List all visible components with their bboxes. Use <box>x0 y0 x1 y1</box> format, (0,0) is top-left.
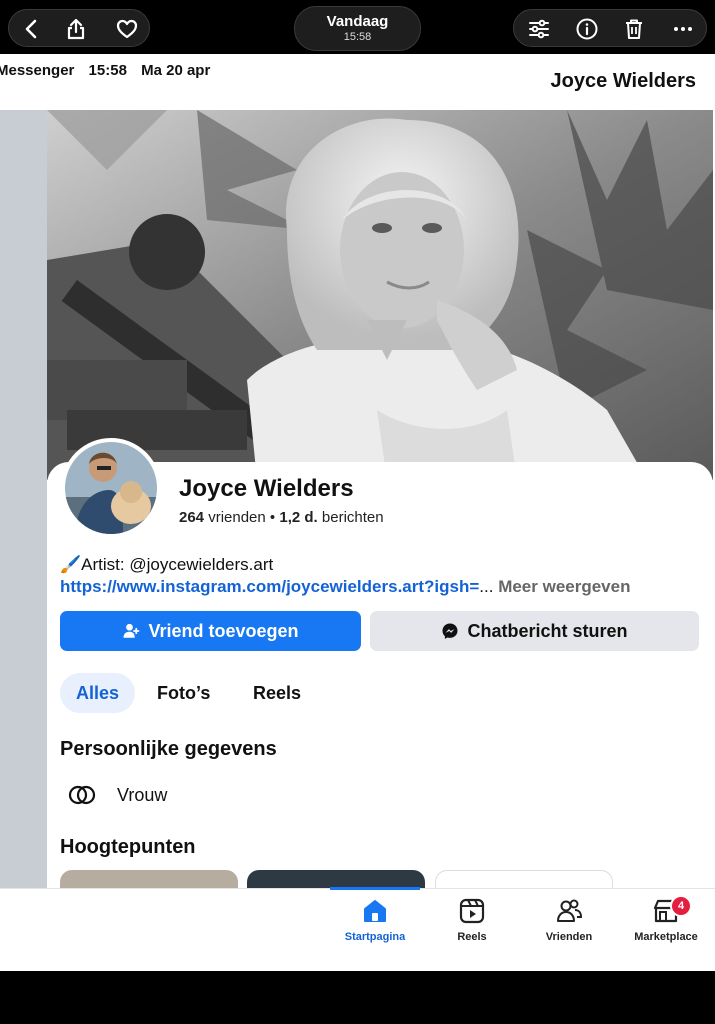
avatar[interactable] <box>61 438 161 538</box>
source-app: Messenger <box>0 62 75 79</box>
active-tab-indicator <box>330 887 420 890</box>
nav-home-label: Startpagina <box>344 931 406 943</box>
trash-icon <box>626 19 642 39</box>
bio-link[interactable]: https://www.instagram.com/joycewielders.… <box>60 577 479 596</box>
send-message-button[interactable]: Chatbericht sturen <box>370 611 699 651</box>
posts-label: berichten <box>321 509 384 526</box>
friends-count: 264 <box>179 509 205 526</box>
back-button[interactable] <box>9 10 55 48</box>
facebook-profile-screenshot: Messenger 15:58 Ma 20 apr Joyce Wielders <box>0 54 715 971</box>
heart-icon <box>116 19 138 39</box>
info-button[interactable] <box>564 10 610 48</box>
gender-icon <box>68 785 96 805</box>
posts-count: 1,2 d. <box>279 509 318 526</box>
date-title: Vandaag <box>326 13 389 30</box>
favorite-button[interactable] <box>104 10 150 48</box>
nav-marketplace-label: Marketplace <box>634 931 698 943</box>
nav-friends[interactable]: Vrienden <box>521 897 617 943</box>
more-icon <box>674 27 692 31</box>
header-title: Joyce Wielders <box>550 70 696 92</box>
sliders-icon <box>529 19 549 39</box>
cover-image <box>47 110 713 480</box>
personal-details-title: Persoonlijke gegevens <box>60 738 277 760</box>
friends-icon <box>557 899 583 922</box>
side-strip <box>0 110 47 890</box>
tab-photos[interactable]: Foto’s <box>157 673 210 713</box>
status-line: Messenger 15:58 Ma 20 apr <box>0 62 220 79</box>
profile-name: Joyce Wielders <box>179 475 354 502</box>
photo-viewer-toolbar: Vandaag 15:58 <box>0 0 715 54</box>
status-time: 15:58 <box>88 62 127 79</box>
nav-marketplace[interactable]: 4 Marketplace <box>618 895 714 943</box>
capture-date: Vandaag 15:58 <box>294 6 421 51</box>
bio-line: 🖌️Artist: @joycewielders.art <box>60 555 273 575</box>
bio-text: Artist: @joycewielders.art <box>81 555 274 574</box>
nav-friends-label: Vrienden <box>545 931 593 943</box>
viewer-right-controls <box>513 9 707 47</box>
profile-stats: 264 vrienden • 1,2 d. berichten <box>179 509 384 526</box>
gender-value: Vrouw <box>117 785 168 805</box>
see-more-link[interactable]: Meer weergeven <box>498 577 630 596</box>
tab-all[interactable]: Alles <box>60 673 135 713</box>
viewer-left-controls <box>8 9 150 47</box>
date-time: 15:58 <box>343 31 372 43</box>
add-friend-icon <box>123 623 140 638</box>
bio-ellipsis: ... <box>479 577 494 596</box>
notification-badge: 4 <box>670 895 692 917</box>
avatar-image <box>65 442 157 534</box>
profile-header: Messenger 15:58 Ma 20 apr Joyce Wielders <box>0 54 715 110</box>
messenger-icon <box>442 623 458 639</box>
nav-home[interactable]: Startpagina <box>327 897 423 943</box>
highlights-title: Hoogtepunten <box>60 836 196 858</box>
paintbrush-icon: 🖌️ <box>60 555 82 574</box>
friends-label[interactable]: vrienden <box>208 509 266 526</box>
stats-separator: • <box>269 509 276 526</box>
info-icon <box>576 18 598 40</box>
more-button[interactable] <box>660 10 706 48</box>
nav-reels[interactable]: Reels <box>424 897 520 943</box>
adjust-button[interactable] <box>516 10 562 48</box>
cover-photo[interactable] <box>47 110 713 480</box>
add-friend-button[interactable]: Vriend toevoegen <box>60 611 361 651</box>
bio-link-line: https://www.instagram.com/joycewielders.… <box>60 577 630 597</box>
bottom-nav: Startpagina Reels Vrienden 4 Marketplace <box>0 887 715 971</box>
share-button[interactable] <box>53 10 99 48</box>
tab-reels[interactable]: Reels <box>253 673 301 713</box>
share-icon <box>67 18 85 40</box>
send-message-label: Chatbericht sturen <box>467 620 628 641</box>
nav-reels-label: Reels <box>457 931 487 943</box>
add-friend-label: Vriend toevoegen <box>148 620 299 641</box>
status-date: Ma 20 apr <box>141 62 211 79</box>
profile-card: Joyce Wielders 264 vrienden • 1,2 d. ber… <box>47 438 713 892</box>
reels-icon <box>459 898 485 924</box>
home-icon <box>364 900 386 922</box>
delete-button[interactable] <box>611 10 657 48</box>
chevron-left-icon <box>25 19 37 39</box>
